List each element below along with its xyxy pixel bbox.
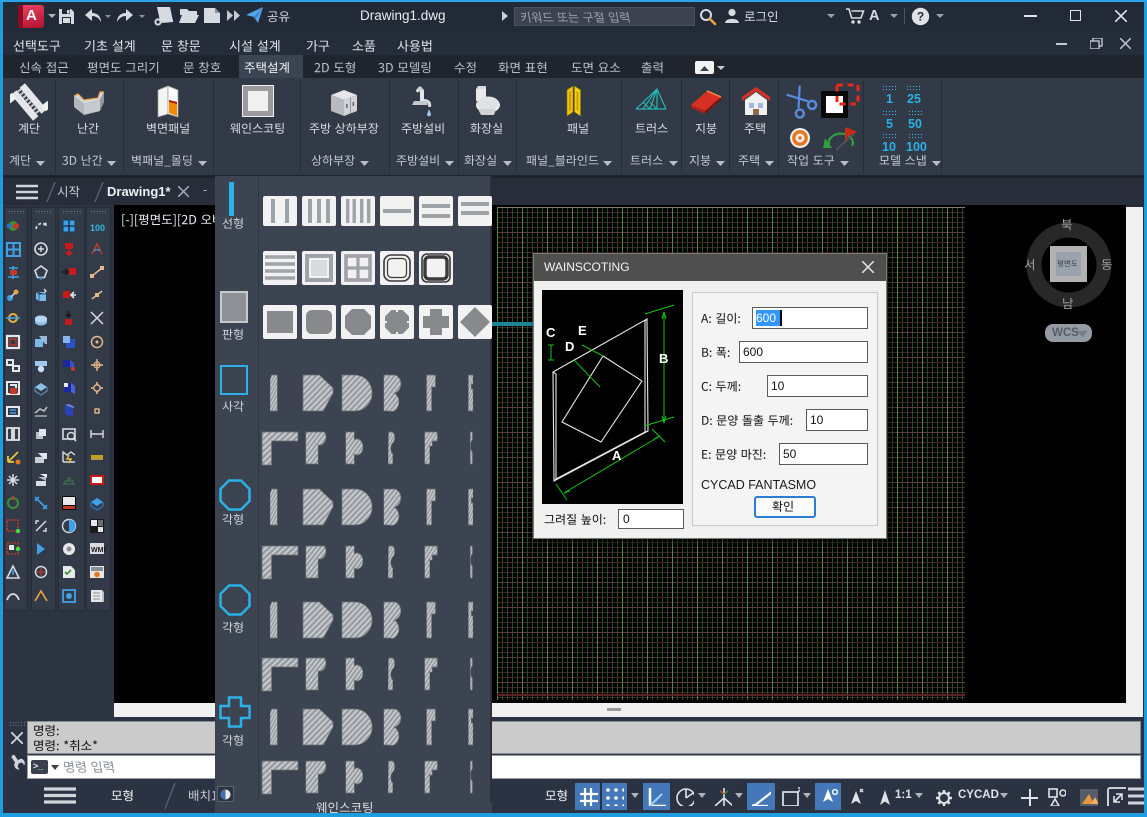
svg-text:100: 100 xyxy=(90,223,105,233)
svg-text:E: E xyxy=(578,323,587,338)
svg-text:B: B xyxy=(659,351,668,366)
svg-text:?: ? xyxy=(917,10,924,24)
svg-text:A: A xyxy=(612,448,622,463)
svg-text:WMF: WMF xyxy=(91,547,106,554)
svg-text:C: C xyxy=(546,325,556,340)
svg-text:D: D xyxy=(565,339,574,354)
